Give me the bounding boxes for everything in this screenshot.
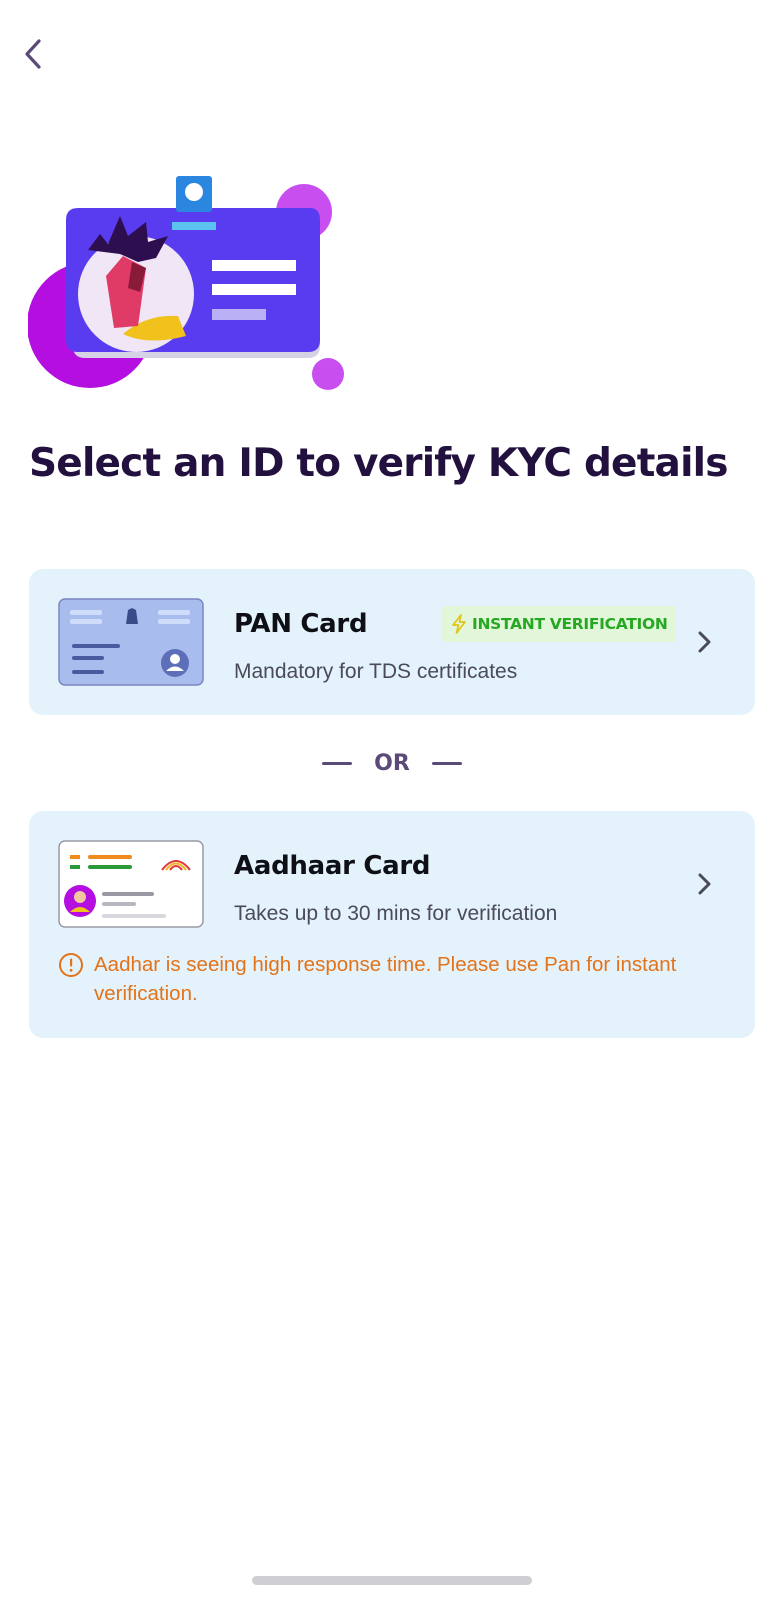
aadhaar-card-icon [58, 840, 204, 928]
pan-card-subtitle: Mandatory for TDS certificates [234, 660, 518, 683]
lightning-icon [452, 614, 466, 634]
warning-text: Aadhar is seeing high response time. Ple… [94, 953, 677, 1005]
aadhaar-warning: Aadhar is seeing high response time. Ple… [58, 950, 728, 1008]
or-label: OR [374, 750, 410, 776]
aadhaar-card-title: Aadhaar Card [234, 851, 431, 881]
instant-verification-badge: INSTANT VERIFICATION [442, 606, 676, 642]
id-card-illustration [27, 176, 348, 396]
badge-label: INSTANT VERIFICATION [472, 615, 668, 633]
aadhaar-card-subtitle: Takes up to 30 mins for verification [234, 902, 558, 925]
aadhaar-card-option[interactable]: Aadhaar Card Takes up to 30 mins for ver… [29, 811, 755, 1038]
or-divider: OR [0, 748, 784, 778]
pan-card-option[interactable]: PAN Card INSTANT VERIFICATION Mandatory … [29, 569, 755, 715]
divider-line [431, 761, 462, 765]
aadhaar-chevron-right-icon [689, 869, 719, 899]
divider-line [322, 761, 353, 765]
back-button[interactable] [14, 34, 54, 74]
pan-chevron-right-icon [689, 627, 719, 657]
pan-card-title: PAN Card [234, 609, 368, 639]
alert-circle-icon [59, 953, 83, 977]
pan-card-icon [58, 598, 204, 686]
chevron-left-icon [25, 39, 41, 69]
page-title: Select an ID to verify KYC details [29, 441, 728, 486]
home-indicator[interactable] [252, 1576, 532, 1585]
